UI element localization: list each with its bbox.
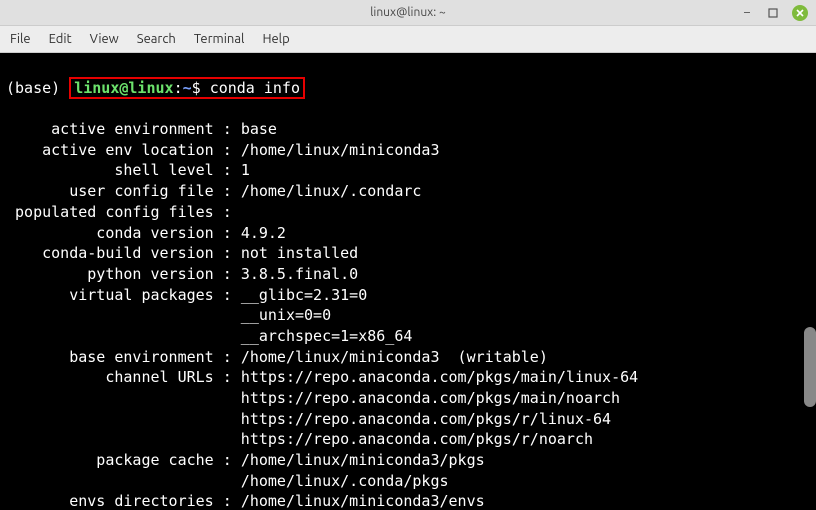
value-pkg-cache-1: /home/linux/miniconda3/pkgs xyxy=(241,451,485,469)
value-pkg-cache-2: /home/linux/.conda/pkgs xyxy=(6,472,449,490)
menu-search[interactable]: Search xyxy=(137,32,176,46)
menu-terminal[interactable]: Terminal xyxy=(194,32,245,46)
label-active-env: active environment : xyxy=(6,120,241,138)
command-highlight: linux@linux:~$ conda info xyxy=(69,77,305,99)
label-conda-build: conda-build version : xyxy=(6,244,241,262)
menu-view[interactable]: View xyxy=(90,32,119,46)
value-channel-urls-1: https://repo.anaconda.com/pkgs/main/linu… xyxy=(241,368,638,386)
prompt-colon: : xyxy=(174,79,183,97)
prompt-user: linux@linux xyxy=(74,79,173,97)
label-base-env: base environment : xyxy=(6,348,241,366)
close-button[interactable] xyxy=(792,5,808,21)
menu-edit[interactable]: Edit xyxy=(49,32,72,46)
menu-help[interactable]: Help xyxy=(262,32,289,46)
value-conda-version: 4.9.2 xyxy=(241,224,286,242)
prompt-command: conda info xyxy=(210,79,300,97)
value-channel-urls-2: https://repo.anaconda.com/pkgs/main/noar… xyxy=(6,389,620,407)
scrollbar-thumb[interactable] xyxy=(804,327,816,407)
window-title: linux@linux: ~ xyxy=(370,6,445,19)
menu-file[interactable]: File xyxy=(10,32,31,46)
window-controls: – xyxy=(740,5,808,21)
label-conda-version: conda version : xyxy=(6,224,241,242)
value-channel-urls-3: https://repo.anaconda.com/pkgs/r/linux-6… xyxy=(6,410,611,428)
value-active-env: base xyxy=(241,120,277,138)
label-populated: populated config files : xyxy=(6,203,232,221)
titlebar: linux@linux: ~ – xyxy=(0,0,816,26)
label-python-version: python version : xyxy=(6,265,241,283)
value-channel-urls-4: https://repo.anaconda.com/pkgs/r/noarch xyxy=(6,430,593,448)
minimize-button[interactable]: – xyxy=(740,6,754,20)
label-shell-level: shell level : xyxy=(6,161,241,179)
label-user-config: user config file : xyxy=(6,182,241,200)
value-python-version: 3.8.5.final.0 xyxy=(241,265,358,283)
value-active-env-loc: /home/linux/miniconda3 xyxy=(241,141,440,159)
label-active-env-loc: active env location : xyxy=(6,141,241,159)
value-base-env: /home/linux/miniconda3 (writable) xyxy=(241,348,548,366)
value-virtual-pkgs-3: __archspec=1=x86_64 xyxy=(6,327,412,345)
label-envs-dirs: envs directories : xyxy=(6,492,241,510)
label-channel-urls: channel URLs : xyxy=(6,368,241,386)
value-envs-dirs-1: /home/linux/miniconda3/envs xyxy=(241,492,485,510)
prompt-base: (base) xyxy=(6,79,69,97)
value-shell-level: 1 xyxy=(241,161,250,179)
maximize-button[interactable] xyxy=(766,6,780,20)
value-conda-build: not installed xyxy=(241,244,358,262)
value-virtual-pkgs-2: __unix=0=0 xyxy=(6,306,331,324)
label-pkg-cache: package cache : xyxy=(6,451,241,469)
value-user-config: /home/linux/.condarc xyxy=(241,182,422,200)
value-virtual-pkgs-1: __glibc=2.31=0 xyxy=(241,286,367,304)
terminal-body[interactable]: (base) linux@linux:~$ conda info active … xyxy=(0,53,816,510)
scrollbar[interactable] xyxy=(804,53,816,510)
prompt-dollar: $ xyxy=(192,79,210,97)
terminal-window: linux@linux: ~ – File Edit View Search T… xyxy=(0,0,816,510)
prompt-path: ~ xyxy=(183,79,192,97)
label-virtual-pkgs: virtual packages : xyxy=(6,286,241,304)
menubar: File Edit View Search Terminal Help xyxy=(0,26,816,53)
